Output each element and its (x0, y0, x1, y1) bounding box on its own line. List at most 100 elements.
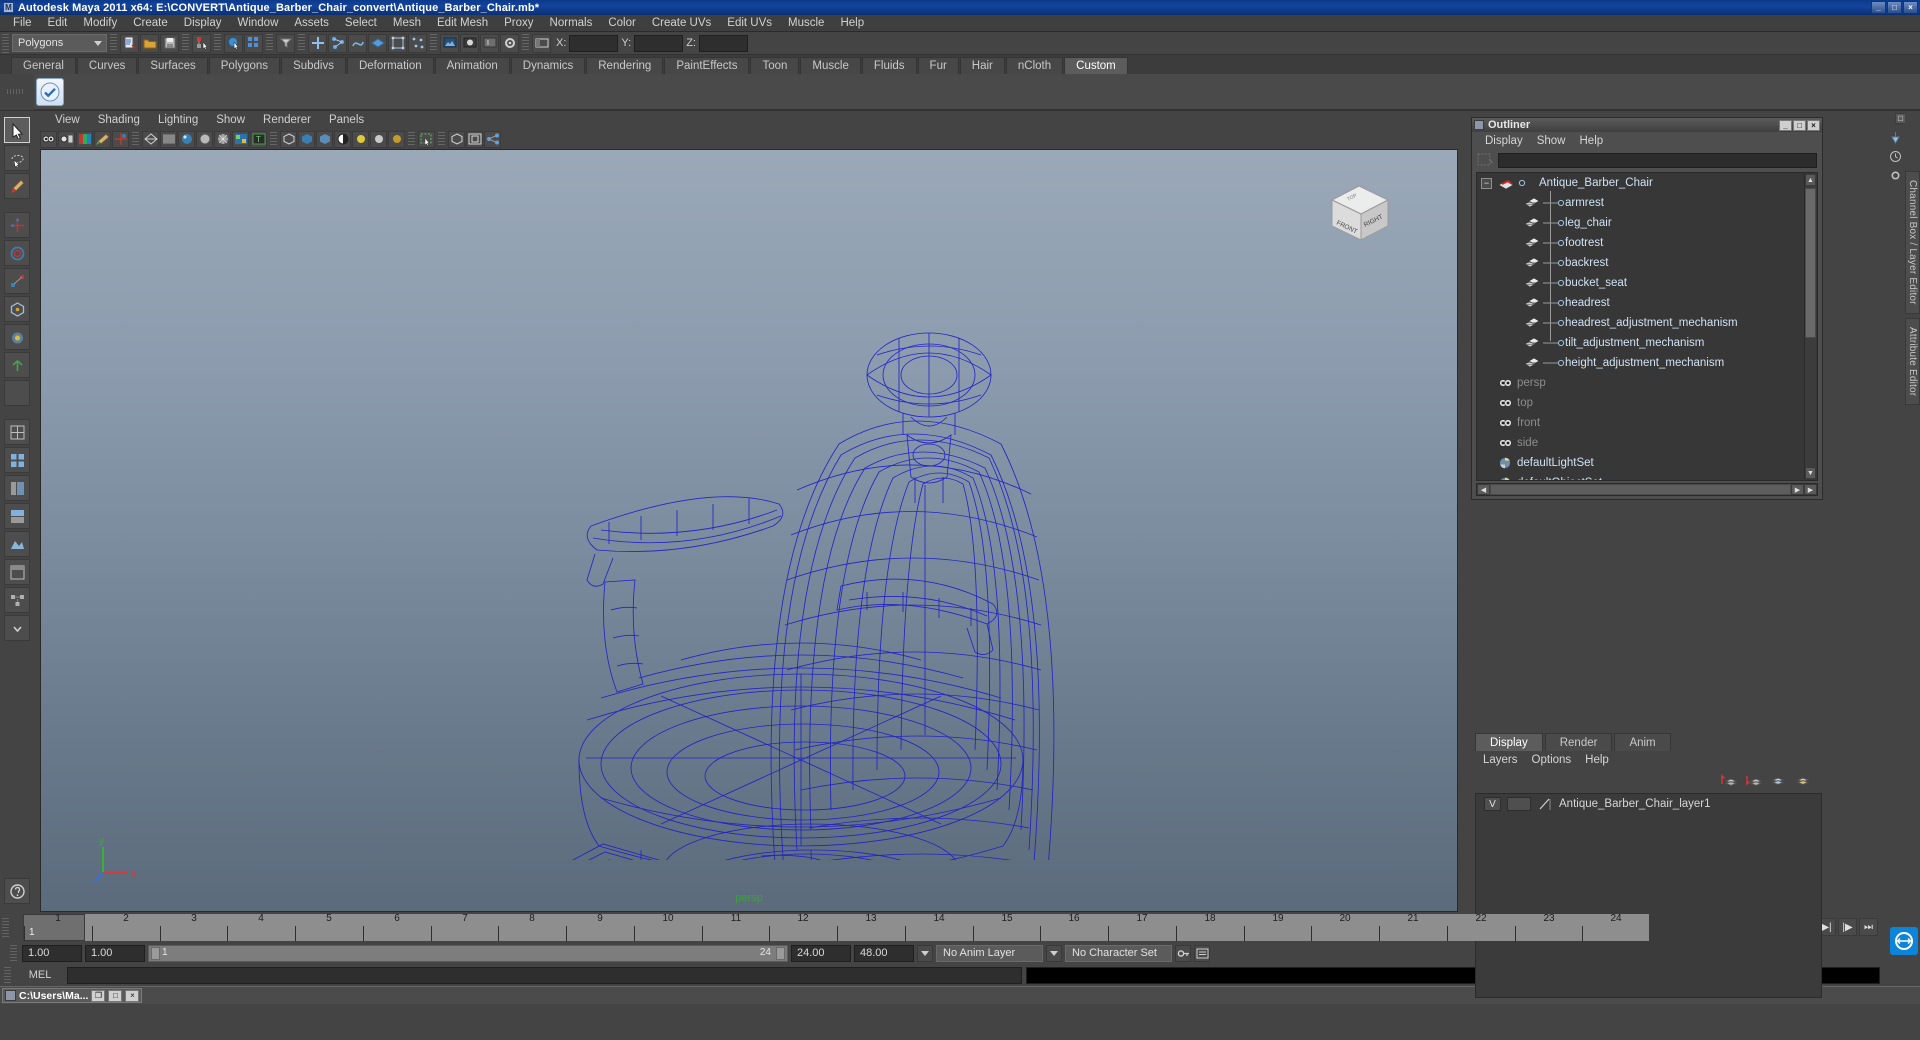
custom-shelf-item-icon[interactable] (36, 77, 64, 106)
menu-item-normals[interactable]: Normals (542, 15, 601, 32)
scroll-down-icon[interactable]: ▼ (1805, 467, 1816, 479)
xray-display-icon[interactable] (280, 130, 297, 148)
menu-item-window[interactable]: Window (229, 15, 286, 32)
select-tool-icon[interactable] (4, 117, 30, 143)
render-current-frame-icon[interactable] (460, 33, 479, 53)
help-line-icon[interactable] (4, 878, 30, 904)
outliner-item[interactable]: top (1477, 393, 1817, 413)
open-scene-icon[interactable] (140, 33, 159, 53)
view-bounding-box-icon[interactable] (448, 130, 465, 148)
auto-keyframe-toggle-icon[interactable] (1175, 944, 1191, 962)
paint-image-plane-icon[interactable] (94, 130, 111, 148)
outliner-item[interactable]: defaultObjectSet (1477, 473, 1817, 480)
outliner-item[interactable]: footrest (1477, 233, 1817, 253)
outliner-item[interactable]: height_adjustment_mechanism (1477, 353, 1817, 373)
outliner-item[interactable]: headrest (1477, 293, 1817, 313)
use-default-light-icon[interactable] (352, 130, 369, 148)
step-forward-frame-icon[interactable]: |▶ (1838, 918, 1857, 936)
outliner-menu-display[interactable]: Display (1478, 135, 1530, 147)
outliner-menu-help[interactable]: Help (1573, 135, 1611, 147)
menu-item-select[interactable]: Select (337, 15, 385, 32)
shelf-tab-custom[interactable]: Custom (1064, 57, 1128, 74)
select-by-component-type-icon[interactable] (244, 33, 263, 53)
smooth-shade-all-icon[interactable] (160, 130, 177, 148)
outliner-item[interactable]: persp (1477, 373, 1817, 393)
outliner-root-item[interactable]: − Antique_Barber_Chair (1477, 173, 1817, 193)
snap-to-curve-icon[interactable] (328, 33, 347, 53)
isolate-select-icon[interactable] (418, 130, 435, 148)
maximize-button[interactable]: □ (1887, 1, 1902, 14)
text-display-icon[interactable]: T (250, 130, 267, 148)
outliner-item[interactable]: bucket_seat (1477, 273, 1817, 293)
outliner-search-input[interactable] (1498, 152, 1817, 168)
viewport-menu-show[interactable]: Show (207, 114, 254, 126)
layer-menu-options[interactable]: Options (1525, 754, 1579, 766)
outliner-minimize-button[interactable]: _ (1779, 119, 1792, 131)
make-live-icon[interactable] (408, 33, 427, 53)
anim-layer-selector[interactable]: No Anim Layer (936, 944, 1043, 962)
outliner-item[interactable]: backrest (1477, 253, 1817, 273)
layer-editor-tab-display[interactable]: Display (1475, 733, 1543, 751)
show-manipulator-tool-icon[interactable] (4, 352, 30, 378)
texture-display-icon[interactable] (232, 130, 249, 148)
shelf-tab-rendering[interactable]: Rendering (586, 57, 664, 74)
menu-item-mesh[interactable]: Mesh (385, 15, 429, 32)
coord-field-z[interactable] (698, 34, 748, 52)
wireframe-shading-icon[interactable] (142, 130, 159, 148)
shaded-cube-icon[interactable] (298, 130, 315, 148)
xray-joints-icon[interactable] (316, 130, 333, 148)
layout-four-view-icon[interactable] (4, 447, 30, 473)
use-all-lights-icon[interactable] (370, 130, 387, 148)
outliner-item[interactable]: side (1477, 433, 1817, 453)
shadows-icon[interactable] (388, 130, 405, 148)
outliner-item[interactable]: armrest (1477, 193, 1817, 213)
shelf-options-grip[interactable] (0, 73, 34, 110)
command-line-input[interactable] (67, 966, 1022, 984)
shelf-tab-surfaces[interactable]: Surfaces (138, 57, 208, 74)
snap-to-projected-center-icon[interactable] (368, 33, 387, 53)
viewport-menu-shading[interactable]: Shading (89, 114, 149, 126)
snap-to-view-plane-icon[interactable] (388, 33, 407, 53)
layer-menu-layers[interactable]: Layers (1476, 754, 1525, 766)
outliner-item[interactable]: headrest_adjustment_mechanism (1477, 313, 1817, 333)
shelf-tab-animation[interactable]: Animation (434, 57, 510, 74)
shelf-tab-dynamics[interactable]: Dynamics (510, 57, 586, 74)
smooth-shade-selected-icon[interactable] (178, 130, 195, 148)
layout-relationship-editor-icon[interactable] (4, 587, 30, 613)
select-camera-icon[interactable] (40, 130, 57, 148)
scroll-right-icon[interactable]: ▶ (1791, 484, 1804, 495)
menu-set-selector[interactable]: Polygons (12, 34, 107, 52)
shelf-tab-polygons[interactable]: Polygons (208, 57, 281, 74)
shelf-tab-deformation[interactable]: Deformation (346, 57, 434, 74)
menu-item-edit-uvs[interactable]: Edit UVs (719, 15, 780, 32)
soft-modification-tool-icon[interactable] (4, 324, 30, 350)
scale-tool-icon[interactable] (4, 268, 30, 294)
viewport-menu-renderer[interactable]: Renderer (254, 114, 320, 126)
camera-attributes-icon[interactable] (58, 130, 75, 148)
minimize-button[interactable]: _ (1871, 1, 1886, 14)
shelf-tab-toon[interactable]: Toon (750, 57, 800, 74)
paint-selection-tool-icon[interactable] (4, 173, 30, 199)
layer-display-type-toggle[interactable] (1507, 797, 1531, 811)
playback-start-time-field[interactable]: 1.00 (85, 944, 145, 962)
view-frame-all-icon[interactable] (466, 130, 483, 148)
menu-item-assets[interactable]: Assets (286, 15, 337, 32)
character-set-dropdown-arrow[interactable] (1046, 944, 1062, 962)
vertical-tab-attribute-editor[interactable]: Attribute Editor (1905, 317, 1920, 406)
taskbar-item[interactable]: C:\Users\Ma... ❐ □ × (2, 988, 143, 1003)
close-button[interactable]: × (1903, 1, 1918, 14)
scroll-up-icon[interactable]: ▲ (1805, 174, 1816, 186)
vertical-tab-channel-box-layer-editor[interactable]: Channel Box / Layer Editor (1905, 171, 1920, 314)
time-slider-grip[interactable] (2, 917, 9, 937)
outliner-item[interactable]: leg_chair (1477, 213, 1817, 233)
move-layer-up-icon[interactable] (1719, 773, 1737, 787)
layer-color-swatch[interactable] (1537, 797, 1553, 811)
outliner-maximize-button[interactable]: □ (1793, 119, 1806, 131)
layer-editor-tab-render[interactable]: Render (1544, 733, 1613, 751)
wireframe-on-shaded-icon[interactable] (214, 130, 231, 148)
rotate-tool-icon[interactable] (4, 240, 30, 266)
animation-end-time-field[interactable]: 48.00 (854, 944, 914, 962)
new-layer-icon[interactable] (1769, 773, 1787, 787)
time-slider[interactable]: 1 1 2 3 4 5 6 7 8 9 10 11 12 13 14 15 16 17 18 19 20 21 22 23 2… (23, 913, 1649, 941)
layout-more-icon[interactable] (4, 615, 30, 641)
